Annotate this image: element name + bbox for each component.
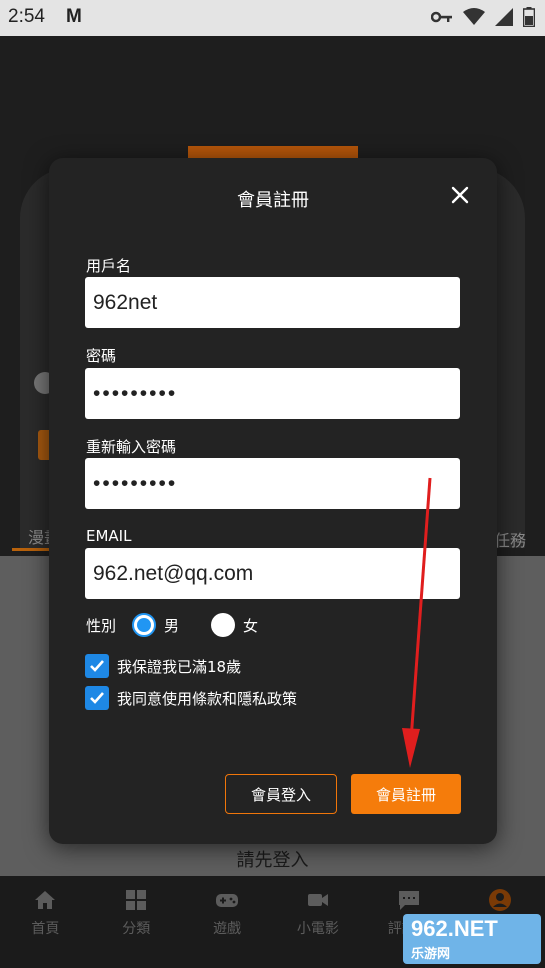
wifi-icon — [463, 8, 485, 25]
status-icons — [431, 7, 535, 27]
video-camera-icon — [307, 894, 328, 906]
nav-item-games[interactable]: 遊戲 — [182, 876, 273, 968]
username-field[interactable] — [85, 277, 460, 328]
gender-male-label[interactable]: 男 — [164, 615, 179, 636]
member-login-button[interactable]: 會員登入 — [225, 774, 337, 814]
watermark-main: 962.NET — [411, 916, 498, 941]
tab-tasks[interactable]: 任務 — [494, 527, 526, 551]
status-bar: 2:54 M — [0, 0, 545, 36]
dialog-title: 會員註冊 — [237, 190, 309, 211]
check-icon — [90, 692, 104, 704]
chat-icon — [398, 891, 419, 910]
gender-label: 性別 — [86, 616, 117, 635]
confirm-password-label: 重新輸入密碼 — [86, 438, 177, 456]
confirm-password-field[interactable] — [85, 458, 460, 509]
gmail-icon: M — [66, 6, 82, 27]
check-icon — [90, 660, 104, 672]
battery-icon — [523, 7, 535, 27]
nav-label-home: 首頁 — [31, 921, 60, 937]
nav-label-movies: 小電影 — [296, 921, 339, 937]
password-field[interactable] — [85, 368, 460, 419]
nav-item-categories[interactable]: 分類 — [91, 876, 182, 968]
age-confirm-row[interactable]: 我保證我已滿18歲 — [85, 654, 241, 678]
signal-icon — [495, 8, 513, 26]
terms-agree-checkbox[interactable] — [85, 686, 109, 710]
username-label: 用戶名 — [86, 257, 132, 275]
email-label: EMAIL — [86, 527, 132, 545]
password-label: 密碼 — [86, 347, 117, 365]
watermark-sub: 乐游网 — [411, 946, 451, 961]
login-prompt[interactable]: 請先登入 — [0, 846, 545, 872]
nav-item-movies[interactable]: 小電影 — [272, 876, 363, 968]
age-confirm-label: 我保證我已滿18歲 — [117, 657, 242, 676]
gender-female-radio[interactable] — [211, 613, 236, 637]
terms-agree-row[interactable]: 我同意使用條款和隱私政策 — [85, 686, 297, 710]
terms-agree-label: 我同意使用條款和隱私政策 — [117, 689, 298, 708]
member-register-button[interactable]: 會員註冊 — [351, 774, 461, 814]
grid-icon — [126, 890, 147, 910]
nav-item-home[interactable]: 首頁 — [0, 876, 91, 968]
email-field[interactable] — [85, 548, 460, 599]
gender-female-label[interactable]: 女 — [243, 615, 258, 636]
gender-row: 性別 男 女 — [86, 613, 258, 637]
home-icon — [35, 891, 56, 909]
status-time: 2:54 — [8, 6, 45, 27]
age-confirm-checkbox[interactable] — [85, 654, 109, 678]
close-icon[interactable] — [447, 182, 473, 208]
nav-label-games: 遊戲 — [213, 921, 242, 937]
gamepad-icon — [216, 894, 239, 907]
nav-label-categories: 分類 — [122, 921, 151, 937]
gender-male-radio[interactable] — [132, 613, 157, 637]
key-icon — [431, 11, 452, 23]
user-icon — [488, 889, 511, 911]
site-watermark: 962.NET 乐游网 — [403, 914, 541, 964]
register-dialog: 會員註冊 用戶名 密碼 重新輸入密碼 EMAIL 性別 男 女 我保證我已滿18… — [49, 158, 497, 844]
